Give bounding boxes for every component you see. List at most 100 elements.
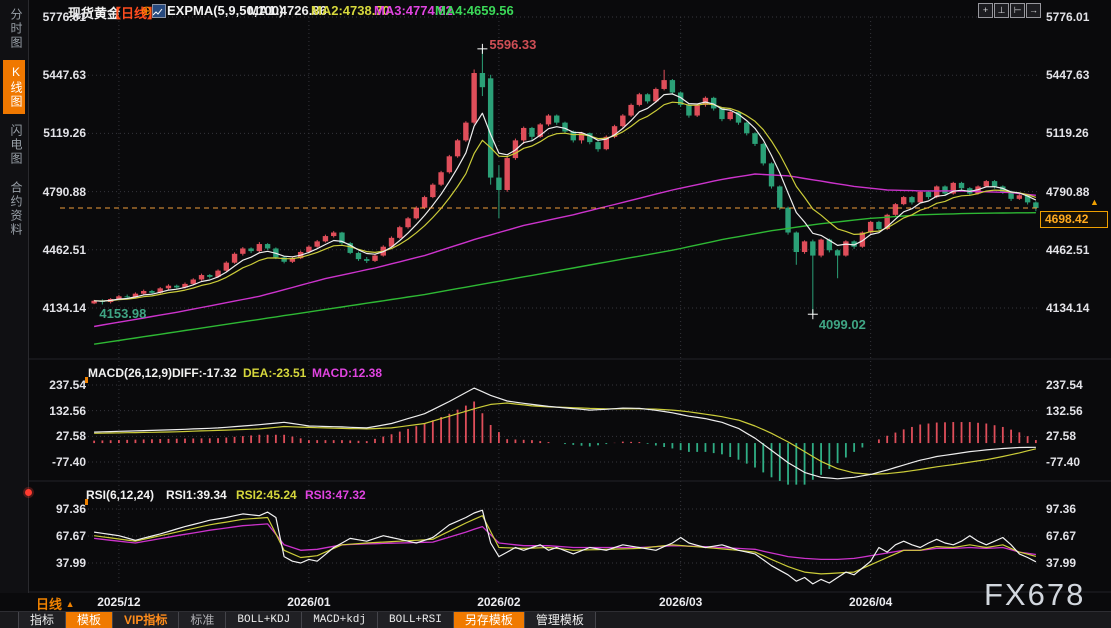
annotations [477, 44, 817, 319]
main-axis-tick-left: 4790.88 [34, 184, 86, 200]
macd-histogram [94, 402, 1036, 485]
toolbar-tab-8[interactable]: 管理模板 [525, 612, 596, 628]
candle [224, 263, 229, 271]
sidebar-item-3[interactable]: 合约资料 [3, 176, 25, 242]
candle [248, 248, 253, 251]
candle [240, 248, 245, 253]
sidebar-item-1[interactable]: K线图 [3, 60, 25, 114]
candle [794, 233, 799, 252]
candle [901, 197, 906, 204]
toolbar-tab-6[interactable]: BOLL+RSI [378, 612, 454, 628]
candle [438, 172, 443, 184]
main-axis-tick-right: 5119.26 [1046, 125, 1089, 141]
toolbar-tab-2[interactable]: VIP指标 [113, 612, 179, 628]
rsi-axis-tick-left: 97.36 [34, 501, 86, 517]
candle [124, 296, 129, 297]
candle [620, 116, 625, 127]
toolbar-tab-0[interactable]: 指标 [18, 612, 66, 628]
candle [496, 178, 501, 190]
main-axis-tick-right: 5447.63 [1046, 67, 1089, 83]
price-arrow-icon: ▲ [1090, 197, 1099, 207]
candle [546, 116, 551, 125]
candle [447, 156, 452, 172]
gridlines [29, 17, 1111, 592]
macd-title[interactable]: MACD(26,12,9) [88, 366, 172, 380]
toolbar-tab-7[interactable]: 另存模板 [454, 612, 525, 628]
candle [232, 254, 237, 263]
candle [149, 291, 154, 293]
pane-layout-down-icon[interactable]: ⊥ [994, 3, 1009, 18]
app-root: 现货黄金 【日线】 ⊕ EXPMA(5,9,50,100) 分时图K线图闪电图合… [0, 0, 1111, 628]
rsi-lines [94, 510, 1036, 584]
candle [595, 142, 600, 149]
candle [744, 123, 749, 134]
watermark: FX678 [984, 577, 1085, 613]
bottom-toolbar: 指标模板VIP指标标准BOLL+KDJMACD+kdjBOLL+RSI另存模板管… [0, 611, 1111, 628]
start-low-annotation: 4153.98 [99, 306, 146, 321]
candle [992, 181, 997, 186]
candle [802, 241, 807, 252]
crosshair-icon[interactable]: + [978, 3, 993, 18]
candle [554, 116, 559, 123]
candle [645, 94, 650, 101]
candle [926, 192, 931, 197]
sidebar: 分时图 K线图闪电图合约资料 [0, 0, 29, 593]
last-price-box[interactable]: 4698.42 [1040, 211, 1108, 228]
candle [942, 186, 947, 193]
candle [314, 241, 319, 246]
main-axis-tick-right: 5776.01 [1046, 9, 1089, 25]
pane-layout-side-icon[interactable]: ⊢ [1010, 3, 1025, 18]
x-axis-month-label: 2026/01 [277, 595, 341, 609]
candle [331, 233, 336, 237]
candle [521, 128, 526, 140]
main-axis-tick-right: 4134.14 [1046, 300, 1089, 316]
sidebar-item-2[interactable]: 闪电图 [3, 119, 25, 171]
candle [959, 183, 964, 188]
candle [918, 192, 923, 203]
toolbar-tab-3[interactable]: 标准 [179, 612, 226, 628]
header-ma4-label: MA4:4659.56 [435, 3, 514, 18]
candle [719, 108, 724, 119]
main-axis-tick-left: 4134.14 [34, 300, 86, 316]
rsi-axis-tick-left: 67.67 [34, 528, 86, 544]
candle [893, 204, 898, 215]
candle [628, 105, 633, 116]
main-axis-tick-right: 4462.51 [1046, 242, 1089, 258]
candle [455, 140, 460, 156]
candle [323, 236, 328, 241]
add-indicator-icon[interactable]: ⊕ [141, 3, 152, 19]
candle [504, 158, 509, 190]
period-arrow-icon: ▲ [66, 599, 75, 609]
rsi2-value: RSI2:45.24 [236, 488, 297, 502]
chart-canvas[interactable] [0, 0, 1111, 628]
pane-layout-out-icon[interactable]: → [1026, 3, 1041, 18]
candle [637, 94, 642, 105]
candle [199, 275, 204, 279]
candle [818, 240, 823, 256]
rsi-title[interactable]: RSI(6,12,24) [86, 488, 154, 502]
main-axis-tick-left: 5119.26 [34, 125, 86, 141]
macd-axis-tick-right: -77.40 [1046, 454, 1080, 470]
chart-style-icon[interactable] [152, 4, 166, 18]
toolbar-tab-4[interactable]: BOLL+KDJ [226, 612, 302, 628]
rsi1-value: RSI1:39.34 [166, 488, 227, 502]
candle [141, 291, 146, 294]
macd-axis-tick-left: 237.54 [34, 377, 86, 393]
sidebar-item-0[interactable]: 分时图 [3, 3, 25, 55]
candle [835, 250, 840, 255]
period-label: 日线 [36, 597, 62, 612]
x-axis-month-label: 2025/12 [87, 595, 151, 609]
candle [752, 133, 757, 144]
macd-axis-tick-right: 132.56 [1046, 403, 1083, 419]
rsi3-value: RSI3:47.32 [305, 488, 366, 502]
candle [761, 144, 766, 163]
toolbar-tab-1[interactable]: 模板 [66, 612, 113, 628]
candle [430, 185, 435, 197]
toolbar-tab-5[interactable]: MACD+kdj [302, 612, 378, 628]
candle [661, 80, 666, 89]
candle [670, 80, 675, 92]
alert-dot-icon [25, 489, 32, 496]
macd-diff-value: DIFF:-17.32 [172, 366, 237, 380]
x-axis-month-label: 2026/02 [467, 595, 531, 609]
macd-axis-tick-right: 237.54 [1046, 377, 1083, 393]
